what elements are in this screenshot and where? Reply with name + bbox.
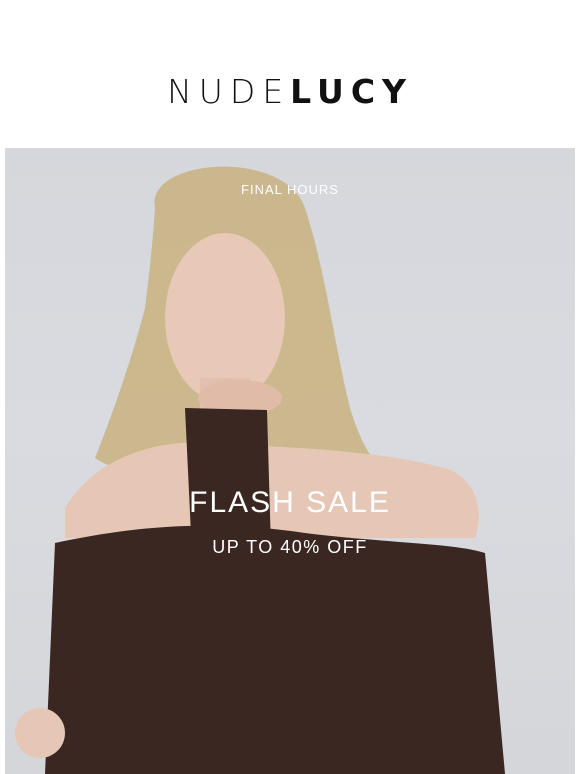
logo-text-light: NUDE [167,72,291,111]
hero-headline: FLASH SALE [189,486,391,519]
hero-eyebrow: FINAL HOURS [241,182,339,197]
hero-banner[interactable] [5,148,575,774]
hero-model-illustration [15,166,505,774]
hero-subline: UP TO 40% OFF [212,537,368,557]
brand-logo[interactable]: NUDELUCY [0,72,580,112]
email-header: NUDELUCY [0,0,580,148]
logo-text-bold: LUCY [290,72,413,111]
